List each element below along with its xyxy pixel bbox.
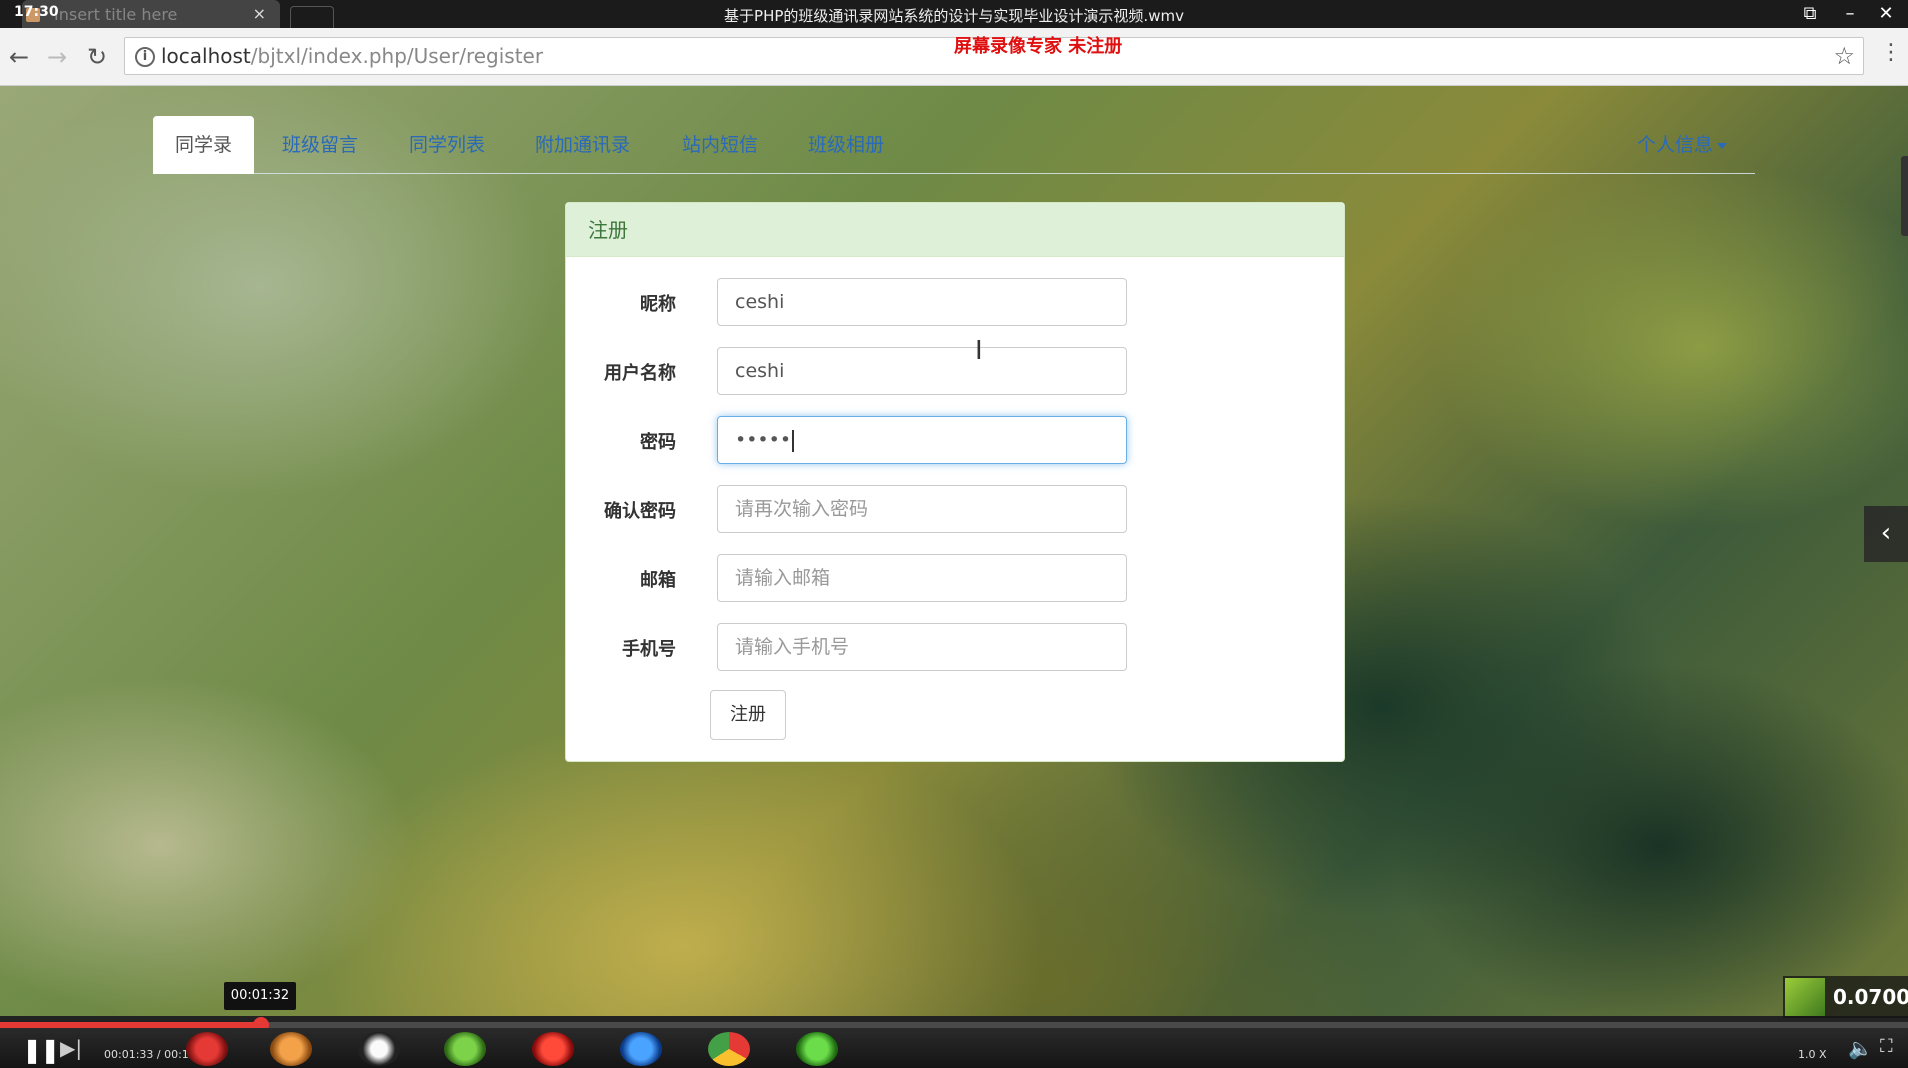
password-mask: ••••• [735, 429, 792, 451]
side-scroll-handle[interactable] [1901, 156, 1908, 236]
window-title: 基于PHP的班级通讯录网站系统的设计与实现毕业设计演示视频.wmv [724, 7, 1184, 25]
window-title-bar: Insert title here × 17:30 基于PHP的班级通讯录网站系… [0, 0, 1908, 28]
media-player-icon[interactable] [620, 1032, 662, 1066]
qq-icon[interactable] [358, 1032, 400, 1066]
password-input[interactable]: ••••• [717, 416, 1127, 464]
chrome-icon[interactable] [708, 1032, 750, 1066]
seek-time-tooltip: 00:01:32 [224, 982, 296, 1010]
restore-icon[interactable]: ⧉ [1796, 2, 1824, 26]
nickname-label: 昵称 [640, 294, 676, 315]
nav-tab-extra-contacts[interactable]: 附加通讯录 [535, 116, 630, 174]
url-host: localhost [161, 44, 251, 68]
opera-icon[interactable] [532, 1032, 574, 1066]
form-row-confirm-password: 确认密码 请再次输入密码 [566, 485, 1346, 533]
phone-label: 手机号 [622, 639, 676, 660]
nav-tab-class-album[interactable]: 班级相册 [808, 116, 884, 174]
email-label: 邮箱 [640, 570, 676, 591]
close-icon[interactable]: ✕ [1872, 2, 1900, 26]
baidu-icon[interactable] [270, 1032, 312, 1066]
profile-label: 个人信息 [1637, 134, 1714, 156]
browser-menu-icon[interactable]: ⋮ [1880, 40, 1902, 65]
nav-tab-class-messages[interactable]: 班级留言 [282, 116, 358, 174]
register-panel: 注册 昵称 ceshi 用户名称 ceshi 密码 ••••• 确认密码 请再次… [565, 202, 1345, 762]
wechat-icon[interactable] [444, 1032, 486, 1066]
confirm-password-label: 确认密码 [604, 501, 676, 522]
recorder-watermark: 屏幕录像专家 未注册 [954, 36, 1123, 57]
pause-icon[interactable]: ❚❚ [22, 1036, 60, 1064]
username-input[interactable]: ceshi [717, 347, 1127, 395]
form-row-nickname: 昵称 ceshi [566, 278, 1346, 326]
register-button[interactable]: 注册 [710, 690, 786, 740]
back-arrow-icon[interactable]: ← [4, 42, 34, 72]
volume-icon[interactable]: 🔈 [1848, 1036, 1873, 1060]
reload-icon[interactable]: ↻ [82, 42, 112, 72]
weibo-icon[interactable] [186, 1032, 228, 1066]
password-label: 密码 [640, 432, 676, 453]
url-text: localhost/bjtxl/index.php/User/register [161, 44, 543, 68]
leaf-logo-icon [1785, 978, 1825, 1016]
address-bar: ← → ↻ i localhost/bjtxl/index.php/User/r… [0, 28, 1908, 86]
fps-value: 0.0700s [1833, 985, 1908, 1009]
username-label: 用户名称 [604, 363, 676, 384]
nav-tab-classmates[interactable]: 同学录 [153, 116, 255, 174]
caret-down-icon [1717, 142, 1728, 149]
nickname-input[interactable]: ceshi [717, 278, 1127, 326]
text-cursor [792, 429, 795, 452]
confirm-password-input[interactable]: 请再次输入密码 [717, 485, 1127, 533]
fps-overlay: 0.0700s [1783, 976, 1908, 1018]
nav-tab-classmate-list[interactable]: 同学列表 [409, 116, 485, 174]
email-input[interactable]: 请输入邮箱 [717, 554, 1127, 602]
form-row-email: 邮箱 请输入邮箱 [566, 554, 1346, 602]
form-row-username: 用户名称 ceshi [566, 347, 1346, 395]
bookmark-star-icon[interactable]: ☆ [1833, 42, 1855, 70]
side-panel-toggle-icon[interactable]: ‹ [1864, 506, 1908, 562]
info-icon[interactable]: i [135, 47, 155, 67]
nav-tabs: 同学录 班级留言 同学列表 附加通讯录 站内短信 班级相册 个人信息 [153, 116, 1755, 174]
fullscreen-icon[interactable]: ⛶ [1880, 1036, 1893, 1057]
minimize-icon[interactable]: – [1836, 2, 1864, 26]
form-row-phone: 手机号 请输入手机号 [566, 623, 1346, 671]
playback-speed[interactable]: 1.0 X [1798, 1048, 1827, 1061]
forward-arrow-icon[interactable]: → [42, 42, 72, 72]
ibeam-cursor-icon: I [975, 336, 983, 366]
profile-dropdown[interactable]: 个人信息 [1637, 116, 1728, 174]
url-path: /bjtxl/index.php/User/register [250, 44, 544, 68]
player-control-bar: ❚❚ ▶| 00:01:33 / 00:11:16 1.0 X 🔈 ⛶ [0, 1028, 1908, 1068]
next-track-icon[interactable]: ▶| [60, 1036, 82, 1060]
panel-title: 注册 [566, 203, 1344, 257]
phone-input[interactable]: 请输入手机号 [717, 623, 1127, 671]
nav-tab-inbox[interactable]: 站内短信 [682, 116, 758, 174]
360-icon[interactable] [796, 1032, 838, 1066]
form-row-password: 密码 ••••• [566, 416, 1346, 464]
